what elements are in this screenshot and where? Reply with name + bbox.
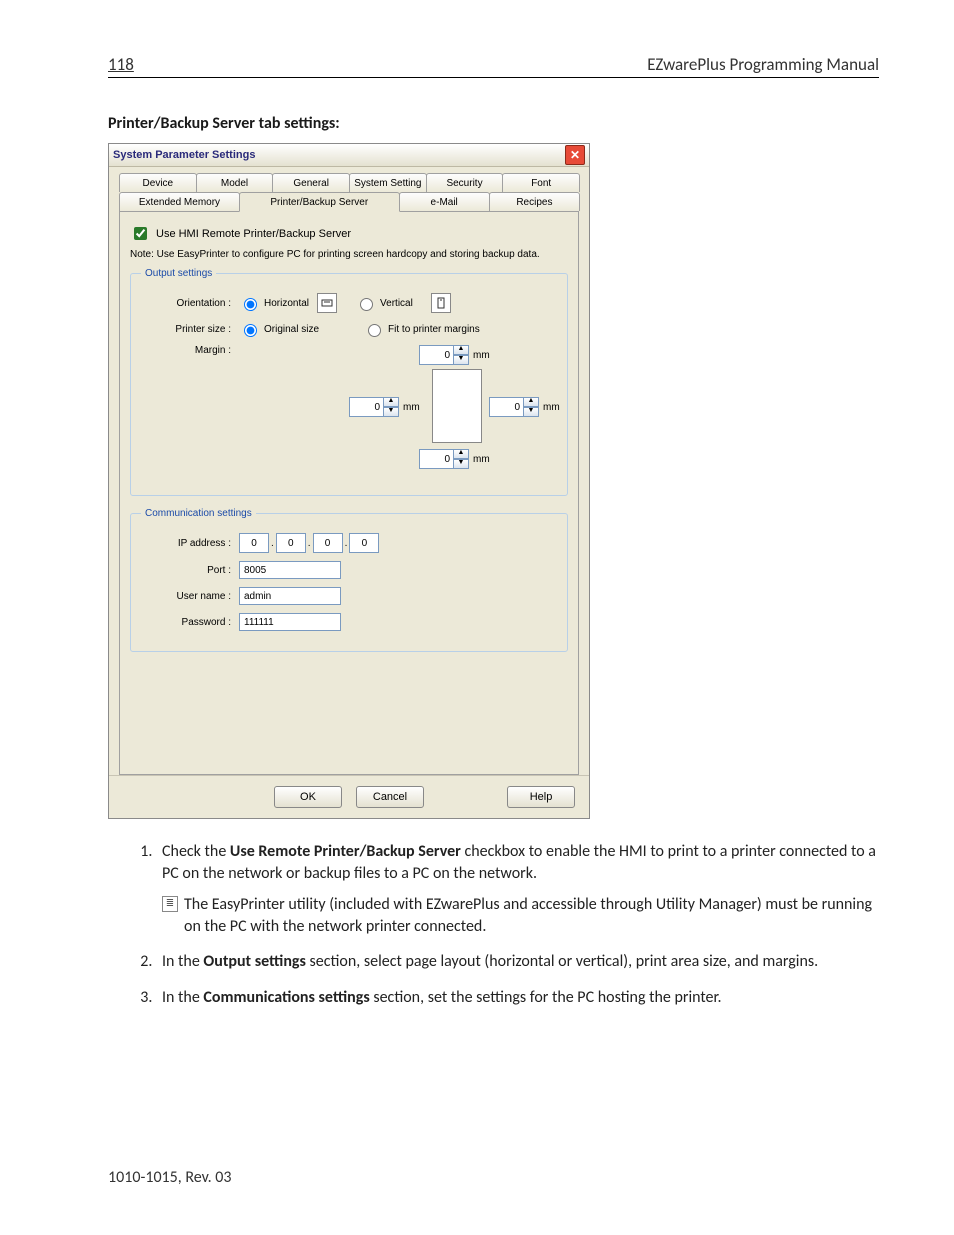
username-field[interactable] — [239, 587, 341, 605]
ip-octet-3[interactable] — [313, 533, 343, 553]
margin-left-stepper[interactable]: ▲▼ — [349, 397, 399, 417]
margin-top-stepper[interactable]: ▲▼ — [419, 345, 469, 365]
password-label: Password : — [141, 617, 239, 628]
tab-email[interactable]: e-Mail — [399, 192, 490, 211]
output-settings-group: Output settings Orientation : Horizontal… — [130, 268, 568, 496]
tab-system-setting[interactable]: System Setting — [349, 173, 427, 192]
output-settings-legend: Output settings — [141, 268, 216, 279]
orientation-horizontal-radio[interactable]: Horizontal — [239, 295, 309, 311]
tab-model[interactable]: Model — [196, 173, 274, 192]
communication-settings-group: Communication settings IP address : . . … — [130, 508, 568, 652]
header-rule — [108, 77, 879, 78]
spin-up-icon[interactable]: ▲ — [523, 397, 539, 407]
margin-label: Margin : — [141, 345, 239, 356]
orientation-label: Orientation : — [141, 298, 239, 309]
instruction-1: Check the Use Remote Printer/Backup Serv… — [156, 841, 879, 937]
ip-address-field[interactable]: . . . — [239, 533, 379, 553]
ip-octet-4[interactable] — [349, 533, 379, 553]
tab-font[interactable]: Font — [502, 173, 580, 192]
ok-button[interactable]: OK — [274, 786, 342, 808]
margin-left-input[interactable] — [349, 397, 384, 417]
margin-right-input[interactable] — [489, 397, 524, 417]
instruction-2: In the Output settings section, select p… — [156, 951, 879, 973]
margin-preview — [432, 369, 482, 443]
tab-panel: Use HMI Remote Printer/Backup Server Not… — [119, 211, 579, 775]
margin-bottom-input[interactable] — [419, 449, 454, 469]
username-label: User name : — [141, 591, 239, 602]
portrait-icon — [431, 293, 451, 313]
tab-extended-memory[interactable]: Extended Memory — [119, 192, 240, 211]
use-remote-printer-input[interactable] — [134, 227, 147, 240]
spin-down-icon[interactable]: ▼ — [523, 407, 539, 417]
ip-octet-2[interactable] — [276, 533, 306, 553]
note-icon: ≣ — [162, 896, 178, 912]
instructions: Check the Use Remote Printer/Backup Serv… — [108, 841, 879, 1009]
doc-title: EZwarePlus Programming Manual — [647, 54, 879, 75]
system-parameter-dialog: System Parameter Settings ✕ Device Model… — [108, 143, 590, 819]
spin-down-icon[interactable]: ▼ — [453, 355, 469, 365]
spin-up-icon[interactable]: ▲ — [453, 449, 469, 459]
close-icon[interactable]: ✕ — [565, 145, 585, 165]
landscape-icon — [317, 293, 337, 313]
port-field[interactable] — [239, 561, 341, 579]
tab-recipes[interactable]: Recipes — [489, 192, 580, 211]
margin-right-stepper[interactable]: ▲▼ — [489, 397, 539, 417]
printer-size-original-radio[interactable]: Original size — [239, 321, 319, 337]
spin-up-icon[interactable]: ▲ — [453, 345, 469, 355]
tab-device[interactable]: Device — [119, 173, 197, 192]
port-label: Port : — [141, 565, 239, 576]
cancel-button[interactable]: Cancel — [356, 786, 424, 808]
tab-printer-backup-server[interactable]: Printer/Backup Server — [239, 192, 400, 212]
use-remote-printer-label: Use HMI Remote Printer/Backup Server — [156, 228, 351, 240]
ip-octet-1[interactable] — [239, 533, 269, 553]
footer-revision: 1010-1015, Rev. 03 — [108, 1168, 231, 1187]
password-field[interactable] — [239, 613, 341, 631]
help-button[interactable]: Help — [507, 786, 575, 808]
margin-top-input[interactable] — [419, 345, 454, 365]
page-number: 118 — [108, 54, 134, 75]
dialog-title: System Parameter Settings — [113, 149, 565, 161]
spin-down-icon[interactable]: ▼ — [453, 459, 469, 469]
ip-address-label: IP address : — [141, 538, 239, 549]
tab-security[interactable]: Security — [426, 173, 504, 192]
spin-up-icon[interactable]: ▲ — [383, 397, 399, 407]
orientation-vertical-radio[interactable]: Vertical — [355, 295, 413, 311]
instruction-1-note: The EasyPrinter utility (included with E… — [184, 894, 879, 937]
use-remote-printer-checkbox[interactable]: Use HMI Remote Printer/Backup Server — [130, 224, 568, 243]
communication-settings-legend: Communication settings — [141, 508, 256, 519]
instruction-3: In the Communications settings section, … — [156, 987, 879, 1009]
spin-down-icon[interactable]: ▼ — [383, 407, 399, 417]
dialog-titlebar: System Parameter Settings ✕ — [109, 144, 589, 167]
tab-general[interactable]: General — [272, 173, 350, 192]
printer-size-fit-radio[interactable]: Fit to printer margins — [363, 321, 480, 337]
easyprinter-note: Note: Use EasyPrinter to configure PC fo… — [130, 249, 568, 260]
section-title: Printer/Backup Server tab settings: — [108, 114, 879, 133]
printer-size-label: Printer size : — [141, 324, 239, 335]
margin-bottom-stepper[interactable]: ▲▼ — [419, 449, 469, 469]
